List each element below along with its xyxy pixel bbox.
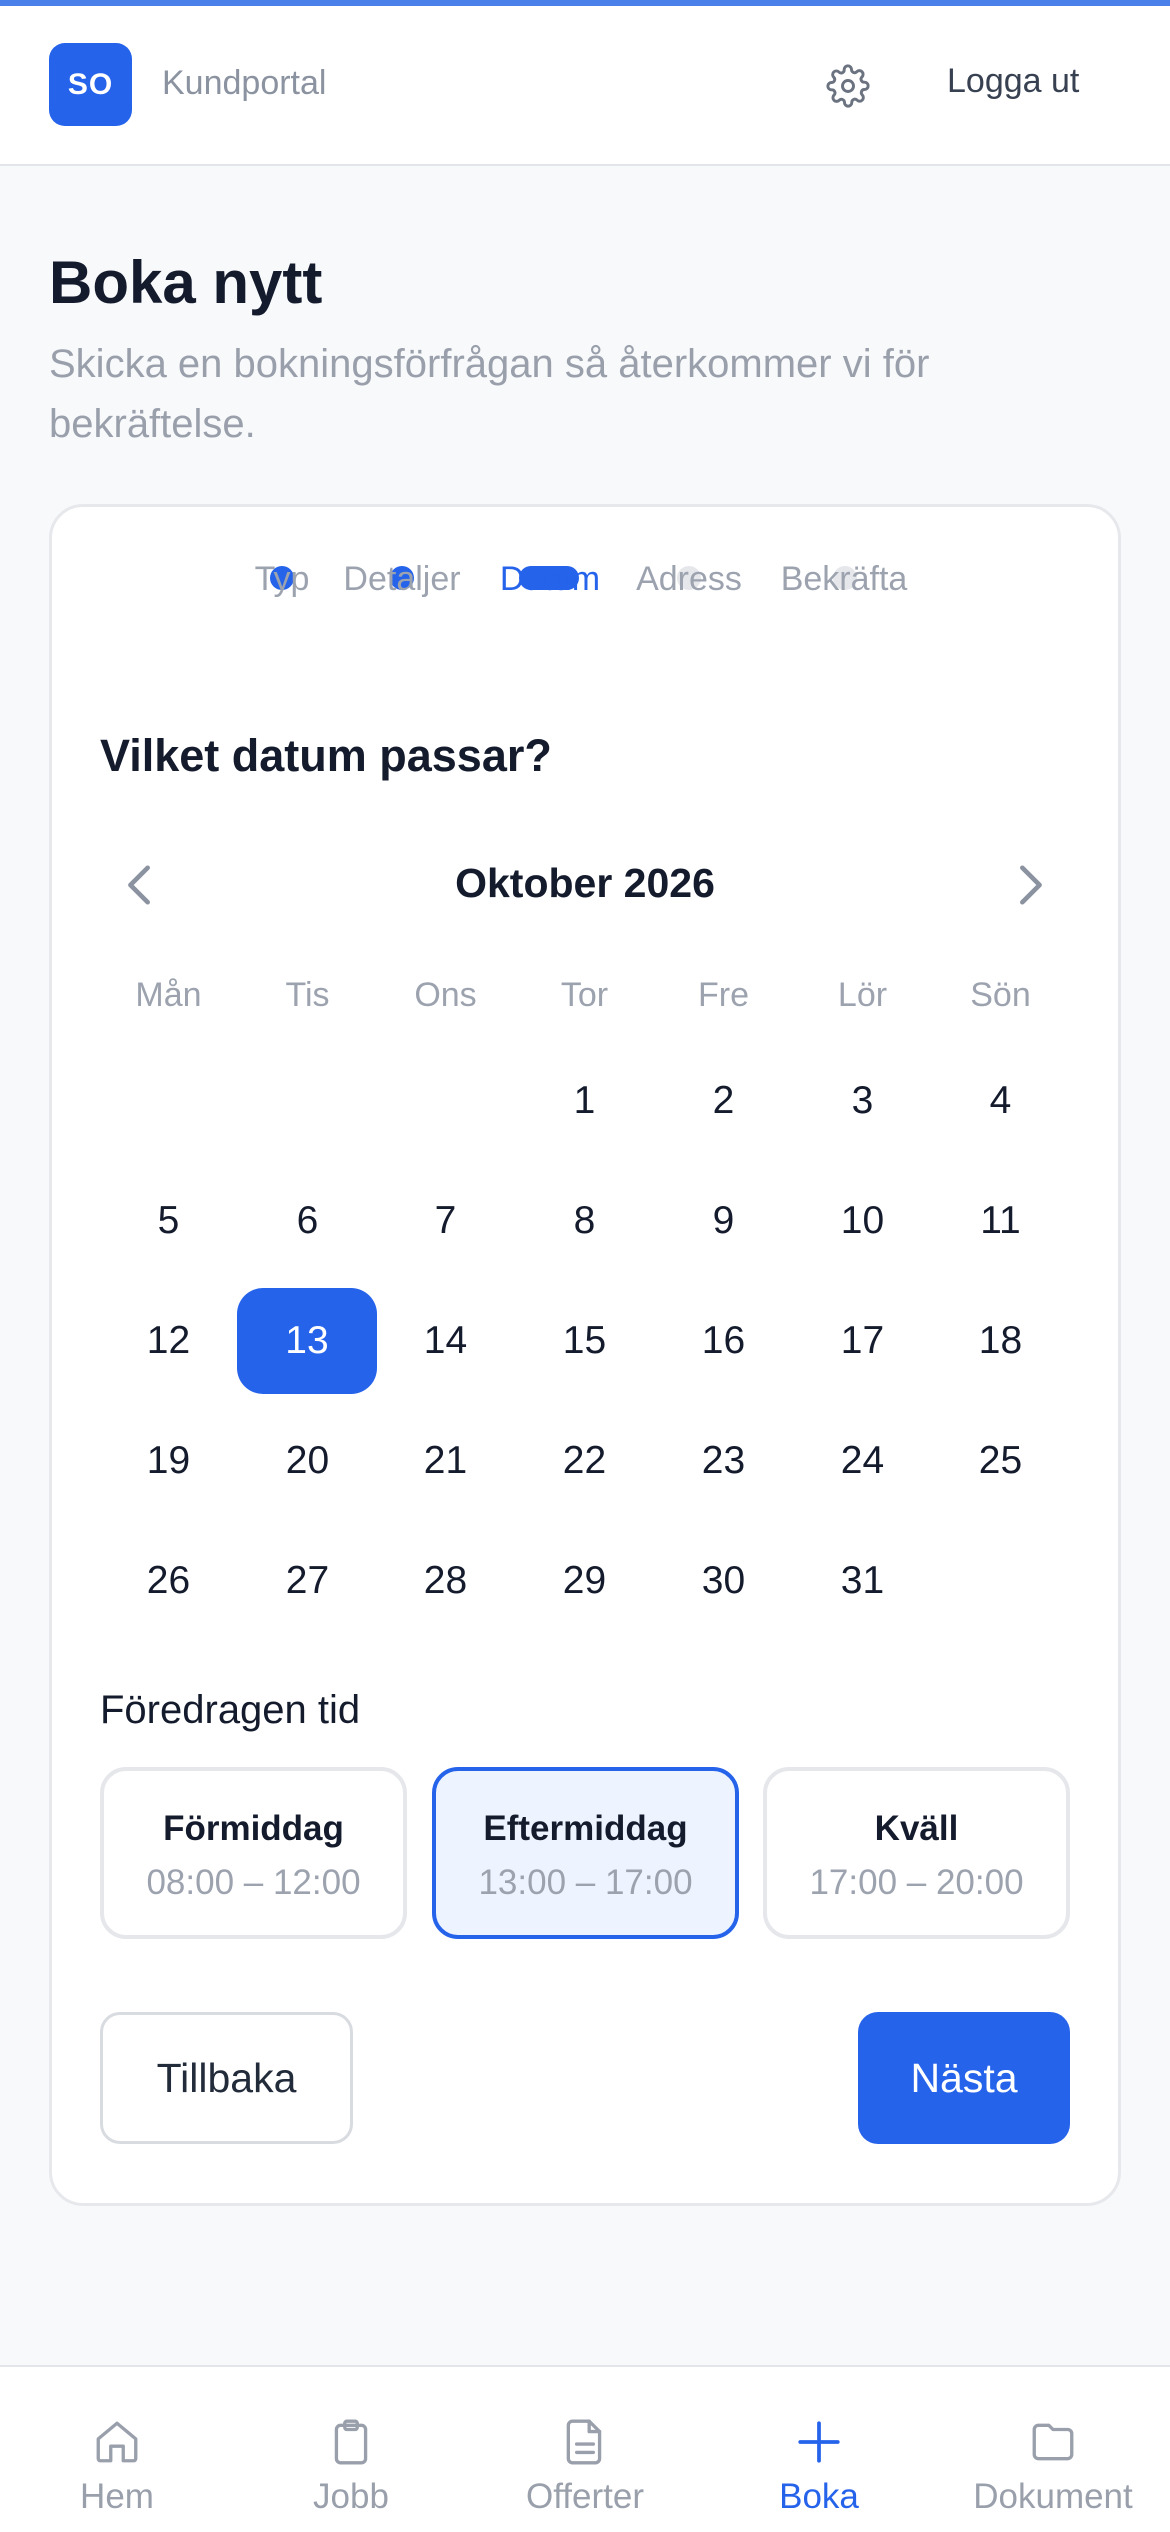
company-logo: SO xyxy=(49,43,132,126)
time-slot-eftermiddag[interactable]: Eftermiddag 13:00 – 17:00 xyxy=(432,1767,739,1939)
tab-label: Boka xyxy=(779,2477,859,2516)
weekday-label: Ons xyxy=(414,976,477,1014)
app-header: SO Kundportal Logga ut xyxy=(0,6,1170,166)
calendar-day[interactable]: 16 xyxy=(654,1288,793,1394)
weekday-label: Tor xyxy=(560,976,609,1014)
tab-label: Hem xyxy=(80,2477,154,2516)
calendar-day[interactable]: 28 xyxy=(376,1528,515,1634)
calendar-day[interactable]: 26 xyxy=(99,1528,238,1634)
calendar-question: Vilket datum passar? xyxy=(100,730,552,781)
calendar-day[interactable]: 12 xyxy=(99,1288,238,1394)
calendar-day[interactable]: 23 xyxy=(654,1408,793,1514)
tab-label: Dokument xyxy=(973,2477,1133,2516)
calendar-day[interactable]: 30 xyxy=(654,1528,793,1634)
clipboard-icon xyxy=(334,2419,368,2465)
folder-icon xyxy=(1032,2423,1074,2461)
calendar-day[interactable]: 4 xyxy=(931,1048,1070,1154)
calendar-day[interactable]: 15 xyxy=(515,1288,654,1394)
calendar-day[interactable]: 7 xyxy=(376,1168,515,1274)
tab-label: Offerter xyxy=(525,2477,644,2516)
weekday-label: Sön xyxy=(970,976,1031,1014)
calendar-day[interactable]: 6 xyxy=(238,1168,377,1274)
calendar-day[interactable]: 29 xyxy=(515,1528,654,1634)
calendar-day[interactable]: 3 xyxy=(793,1048,932,1154)
calendar-day[interactable]: 2 xyxy=(654,1048,793,1154)
time-slot-range: 08:00 – 12:00 xyxy=(146,1863,361,1902)
time-slot-range: 13:00 – 17:00 xyxy=(478,1863,693,1902)
calendar-day[interactable]: 19 xyxy=(99,1408,238,1514)
tab-hem[interactable]: Hem xyxy=(0,2367,234,2532)
calendar-day[interactable]: 21 xyxy=(376,1408,515,1514)
chevron-right-icon[interactable] xyxy=(1010,862,1050,908)
step-adress: Adress xyxy=(636,560,742,598)
calendar-day[interactable]: 17 xyxy=(793,1288,932,1394)
calendar-day[interactable]: 24 xyxy=(793,1408,932,1514)
calendar-day[interactable]: 20 xyxy=(238,1408,377,1514)
next-button[interactable]: Nästa xyxy=(858,2012,1070,2144)
step-datum[interactable]: Datum xyxy=(488,560,612,599)
time-slot-range: 17:00 – 20:00 xyxy=(809,1863,1024,1902)
weekday-label: Lör xyxy=(837,976,888,1014)
logout-button[interactable]: Logga ut xyxy=(947,62,1079,101)
preferred-time-label: Föredragen tid xyxy=(100,1688,361,1732)
weekday-label: Fre xyxy=(698,976,749,1014)
step-typ[interactable]: Typ xyxy=(232,560,332,599)
time-slot-kvall[interactable]: Kväll 17:00 – 20:00 xyxy=(763,1767,1070,1939)
step-bekrafta: Bekräfta xyxy=(780,560,908,598)
bottom-tab-bar: Hem Jobb Offerter Boka Dokument xyxy=(0,2365,1170,2532)
document-icon xyxy=(566,2419,602,2465)
page-subtitle: Skicka en bokningsförfrågan så återkomme… xyxy=(49,342,930,446)
tab-boka[interactable]: Boka xyxy=(702,2367,936,2532)
back-button[interactable]: Tillbaka xyxy=(100,2012,353,2144)
calendar-day[interactable]: 1 xyxy=(515,1048,654,1154)
time-slot-name: Förmiddag xyxy=(163,1809,344,1848)
tab-offerter[interactable]: Offerter xyxy=(468,2367,702,2532)
calendar-day[interactable]: 11 xyxy=(931,1168,1070,1274)
weekday-label: Tis xyxy=(285,976,330,1014)
brand-name: Kundportal xyxy=(162,64,327,102)
gear-icon[interactable] xyxy=(826,64,870,108)
calendar-day[interactable]: 9 xyxy=(654,1168,793,1274)
home-icon xyxy=(96,2421,138,2463)
tab-jobb[interactable]: Jobb xyxy=(234,2367,468,2532)
calendar-day[interactable]: 22 xyxy=(515,1408,654,1514)
time-slot-formiddag[interactable]: Förmiddag 08:00 – 12:00 xyxy=(100,1767,407,1939)
tab-dokument[interactable]: Dokument xyxy=(936,2367,1170,2532)
chevron-left-icon[interactable] xyxy=(120,862,160,908)
calendar-day[interactable]: 14 xyxy=(376,1288,515,1394)
calendar-day[interactable]: 25 xyxy=(931,1408,1070,1514)
tab-label: Jobb xyxy=(313,2477,389,2516)
weekday-label: Mån xyxy=(135,976,202,1014)
calendar-day[interactable]: 18 xyxy=(931,1288,1070,1394)
time-slot-name: Kväll xyxy=(874,1809,959,1848)
plus-icon xyxy=(798,2421,840,2463)
step-detaljer[interactable]: Detaljer xyxy=(332,560,472,599)
calendar-day[interactable]: 5 xyxy=(99,1168,238,1274)
calendar-day[interactable]: 31 xyxy=(793,1528,932,1634)
time-slot-name: Eftermiddag xyxy=(483,1809,688,1848)
calendar-day[interactable]: 8 xyxy=(515,1168,654,1274)
calendar-day[interactable]: 27 xyxy=(238,1528,377,1634)
calendar-day[interactable]: 10 xyxy=(793,1168,932,1274)
page-title: Boka nytt xyxy=(49,249,323,316)
calendar-month-label: Oktober 2026 xyxy=(455,860,715,906)
calendar-day-selected[interactable]: 13 xyxy=(237,1288,377,1394)
